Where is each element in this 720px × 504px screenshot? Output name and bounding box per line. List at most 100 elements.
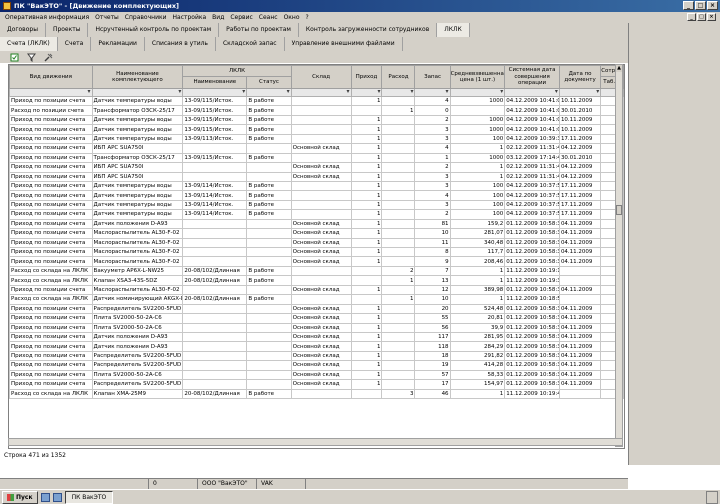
table-row[interactable]: Расход со склада на ЛКЛК Клапан XMA-25M9 2…	[9, 388, 624, 400]
col-sys-date[interactable]: Системная дата совершения операции	[504, 65, 560, 89]
table-cell: 04.11.2009	[558, 360, 602, 371]
table-row[interactable]: Приход по позиции счета ИБП APC SUA750I Ос…	[9, 171, 624, 182]
table-cell: Приход по позиции счета	[9, 180, 93, 192]
table-row[interactable]: Приход по позиции счета Маслораспылитель …	[9, 237, 624, 249]
quicklaunch-icon[interactable]	[52, 492, 62, 502]
vertical-scrollbar[interactable]: ▲ ▼	[615, 64, 623, 447]
col-avg-price[interactable]: Средневзвешенная цена (1 шт.)	[449, 65, 506, 89]
table-cell: Приход по позиции счета	[9, 114, 93, 126]
table-row[interactable]: Расход со склада на ЛКЛК Клапан XSA3-43S-…	[9, 275, 624, 286]
child-maximize-button[interactable]: □	[697, 13, 706, 21]
table-row[interactable]: Приход по позиции счета Плита SV2000-50-2…	[9, 369, 624, 381]
menu-item[interactable]: Отчеты	[92, 14, 122, 21]
table-row[interactable]: Приход по позиции счета Трансформатор ОЗС…	[9, 152, 624, 164]
filter-cell[interactable]	[246, 88, 292, 97]
scroll-up-icon[interactable]: ▲	[616, 65, 622, 72]
col-prihod[interactable]: Приход	[350, 65, 383, 89]
table-row[interactable]: Приход по позиции счета Датчик температур…	[9, 133, 624, 145]
menu-item[interactable]: Сеанс	[256, 14, 281, 21]
table-cell: 3	[414, 124, 451, 135]
table-row[interactable]: Приход по позиции счета Датчик температур…	[9, 124, 624, 135]
tab-employee-load[interactable]: Контроль загруженности сотрудников	[299, 23, 438, 37]
taskbar-item-app[interactable]: ПК ВакЭТО	[64, 490, 114, 504]
table-row[interactable]: Приход по позиции счета Распределитель SV…	[9, 360, 624, 371]
menu-item[interactable]: Справочники	[122, 14, 170, 21]
filter-cell[interactable]	[91, 88, 184, 97]
table-row[interactable]: Расход со склада на ЛКЛК Вакууметр AP6X-L…	[9, 265, 624, 277]
table-row[interactable]: Приход по позиции счета Плита SV2000-50-2…	[9, 313, 624, 324]
filter-cell[interactable]	[504, 88, 560, 97]
table-row[interactable]: Приход по позиции счета Распределитель SV…	[9, 350, 624, 362]
filter-cell[interactable]	[9, 88, 93, 97]
table-row[interactable]: Приход по позиции счета Датчик температур…	[9, 114, 624, 126]
filter-cell[interactable]	[381, 88, 416, 97]
start-button[interactable]: Пуск	[2, 490, 38, 504]
table-row[interactable]: Приход по позиции счета Датчик температур…	[9, 209, 624, 220]
tab-lklk[interactable]: ЛКЛК	[437, 23, 470, 37]
filter-icon[interactable]	[27, 53, 36, 62]
filter-cell[interactable]	[414, 88, 451, 97]
export-icon[interactable]	[10, 53, 19, 62]
child-minimize-button[interactable]: _	[687, 13, 696, 21]
quicklaunch-icon[interactable]	[40, 492, 50, 502]
table-row[interactable]: Приход по позиции счета Датчик положения …	[9, 341, 624, 352]
maximize-button[interactable]: □	[695, 1, 706, 10]
filter-cell[interactable]	[182, 88, 248, 97]
col-rashod[interactable]: Расход	[381, 65, 416, 89]
tab-project-control[interactable]: Нсручтенный контроль по проектам	[88, 23, 220, 37]
col-sklad[interactable]: Склад	[290, 65, 352, 89]
tab-contracts[interactable]: Договоры	[0, 23, 46, 37]
tab-invoices-lklk[interactable]: Счета (ЛКЛК)	[0, 37, 58, 51]
table-row[interactable]: Приход по позиции счета Датчик температур…	[9, 180, 624, 192]
menu-item[interactable]: Сервис	[227, 14, 255, 21]
table-cell: 1	[350, 303, 383, 315]
col-zapas[interactable]: Запас	[414, 65, 451, 89]
table-row[interactable]: Приход по позиции счета Маслораспылитель …	[9, 284, 624, 296]
tab-write-offs[interactable]: Списания в утиль	[145, 37, 216, 51]
menu-item[interactable]: Вид	[209, 14, 227, 21]
col-lklk-status[interactable]: Статус	[246, 76, 292, 89]
filter-cell[interactable]	[449, 88, 506, 97]
table-row[interactable]: Приход по позиции счета Датчик температур…	[9, 190, 624, 201]
table-row[interactable]: Приход по позиции счета Датчик температур…	[9, 95, 624, 107]
col-doc-date[interactable]: Дата по документу	[558, 65, 602, 89]
col-name[interactable]: Наименование комплектующего	[91, 65, 184, 89]
col-vid[interactable]: Вид движения	[9, 65, 93, 89]
table-row[interactable]: Приход по позиции счета Распределитель SV…	[9, 303, 624, 315]
table-cell: В работе	[246, 114, 292, 126]
close-button[interactable]: ×	[707, 1, 718, 10]
tab-projects[interactable]: Проекты	[46, 23, 89, 37]
table-cell: Датчик температуры воды	[91, 95, 184, 107]
col-lklk-name[interactable]: Наименование	[182, 76, 248, 89]
menu-item[interactable]: ?	[303, 14, 312, 21]
tab-invoices[interactable]: Счета	[58, 37, 92, 51]
minimize-button[interactable]: _	[683, 1, 694, 10]
table-row[interactable]: Приход по позиции счета Датчик положения …	[9, 218, 624, 230]
table-row[interactable]: Приход по позиции счета ИБП APC SUA750I Ос…	[9, 162, 624, 173]
tab-external-files[interactable]: Управление внешними файлами	[285, 37, 403, 51]
filter-cell[interactable]	[350, 88, 383, 97]
table-row[interactable]: Приход по позиции счета Датчик температур…	[9, 199, 624, 211]
table-row[interactable]: Расход со склада на ЛКЛК Датчик номинирую…	[9, 294, 624, 305]
table-cell	[381, 95, 416, 107]
tab-stock[interactable]: Складской запас	[216, 37, 285, 51]
menu-item[interactable]: Окно	[281, 14, 303, 21]
horizontal-scrollbar[interactable]	[8, 438, 623, 446]
menu-item[interactable]: Оперативная информация	[2, 14, 92, 21]
table-row[interactable]: Приход по позиции счета Маслораспылитель …	[9, 246, 624, 258]
table-row[interactable]: Расход по позиции счета Трансформатор ОЗС…	[9, 105, 624, 116]
menu-item[interactable]: Настройка	[170, 14, 210, 21]
filter-cell[interactable]	[558, 88, 602, 97]
scroll-thumb[interactable]	[616, 205, 622, 215]
tools-icon[interactable]	[44, 53, 53, 62]
filter-cell[interactable]	[290, 88, 352, 97]
tab-project-works[interactable]: Работы по проектам	[219, 23, 299, 37]
table-row[interactable]: Приход по позиции счета Маслораспылитель …	[9, 228, 624, 239]
table-row[interactable]: Приход по позиции счета Плита SV2000-50-2…	[9, 322, 624, 333]
table-row[interactable]: Приход по позиции счета Маслораспылитель …	[9, 256, 624, 267]
child-close-button[interactable]: ×	[707, 13, 716, 21]
table-row[interactable]: Приход по позиции счета Распределитель SV…	[9, 379, 624, 390]
tab-reclamations[interactable]: Рекламации	[91, 37, 145, 51]
table-row[interactable]: Приход по позиции счета Датчик положения …	[9, 331, 624, 343]
table-row[interactable]: Приход по позиции счета ИБП APC SUA750I Ос…	[9, 143, 624, 154]
